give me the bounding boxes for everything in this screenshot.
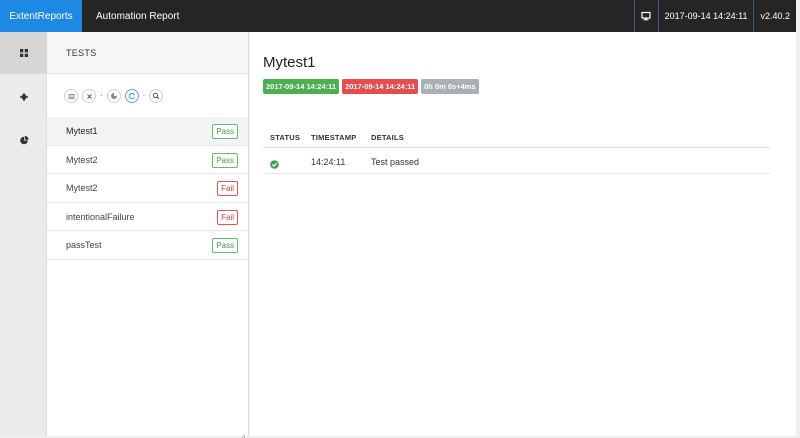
- report-title: Automation Report: [96, 10, 180, 22]
- top-navbar: ExtentReports Automation Report 2017-09-…: [0, 0, 796, 32]
- list-item[interactable]: intentionalFailure Fail: [47, 203, 248, 231]
- gear-icon: [19, 88, 28, 106]
- monitor-icon[interactable]: [633, 0, 658, 32]
- window-edge: [796, 0, 800, 438]
- nav-item-tests[interactable]: [0, 32, 47, 74]
- test-detail-panel: Mytest1 2017-09-14 14:24:11 2017-09-14 1…: [250, 32, 796, 436]
- test-list-panel: TESTS · · Mytest1 Pass Mytest2 Pass Myte…: [47, 32, 249, 438]
- navbar-right: 2017-09-14 14:24:11 v2.40.2: [633, 0, 796, 32]
- status-badge: Fail: [217, 181, 238, 196]
- filter-skip-icon[interactable]: [106, 89, 121, 103]
- end-time-label: 2017-09-14 14:24:11: [342, 79, 419, 94]
- side-navigation: [0, 32, 47, 436]
- report-timestamp: 2017-09-14 14:24:11: [657, 0, 754, 32]
- pie-chart-icon: [19, 132, 29, 150]
- list-item[interactable]: Mytest1 Pass: [47, 117, 248, 146]
- status-badge: Pass: [212, 152, 238, 168]
- list-item[interactable]: Mytest2 Fail: [47, 174, 248, 203]
- filter-refresh-icon[interactable]: [124, 89, 139, 103]
- filter-search-icon[interactable]: [149, 89, 164, 103]
- test-name: intentionalFailure: [66, 211, 135, 222]
- nav-item-dashboard[interactable]: [0, 120, 47, 162]
- panel-header: TESTS: [47, 32, 248, 74]
- pass-check-icon: [270, 156, 279, 169]
- test-time-labels: 2017-09-14 14:24:11 2017-09-14 14:24:11 …: [263, 79, 479, 94]
- column-header-status: STATUS: [270, 133, 301, 142]
- list-item[interactable]: Mytest2 Pass: [47, 146, 248, 174]
- list-item[interactable]: passTest Pass: [47, 231, 248, 260]
- test-name: Mytest1: [66, 126, 98, 136]
- resize-handle-icon[interactable]: [239, 427, 246, 438]
- status-badge: Fail: [217, 209, 238, 225]
- status-filters: · ·: [64, 89, 164, 103]
- log-details: Test passed: [371, 157, 420, 167]
- filter-separator: ·: [142, 91, 146, 100]
- test-name: Mytest2: [66, 183, 98, 193]
- status-badge: Pass: [212, 124, 238, 139]
- start-time-label: 2017-09-14 14:24:11: [263, 79, 340, 94]
- dashboard-grid-icon: [19, 44, 28, 62]
- log-timestamp: 14:24:11: [311, 157, 346, 167]
- test-list: Mytest1 Pass Mytest2 Pass Mytest2 Fail i…: [47, 117, 248, 260]
- filter-separator: ·: [100, 91, 103, 100]
- duration-label: 0h 0m 0s+4ms: [421, 79, 479, 94]
- panel-title: TESTS: [66, 48, 97, 58]
- version-label: v2.40.2: [753, 0, 796, 32]
- nav-item-categories[interactable]: [0, 76, 47, 118]
- filter-fail-icon[interactable]: [82, 89, 96, 103]
- test-name: Mytest2: [66, 154, 98, 165]
- brand-logo[interactable]: ExtentReports: [0, 0, 82, 32]
- table-row: 14:24:11 Test passed: [263, 148, 770, 174]
- log-table: STATUS TIMESTAMP DETAILS 14:24:11 Test p…: [263, 126, 770, 174]
- test-name: passTest: [66, 240, 102, 250]
- column-header-timestamp: TIMESTAMP: [311, 133, 357, 142]
- column-header-details: DETAILS: [371, 133, 404, 142]
- filter-all-icon[interactable]: [64, 89, 78, 103]
- status-badge: Pass: [212, 238, 238, 253]
- test-title: Mytest1: [263, 54, 316, 71]
- table-header: STATUS TIMESTAMP DETAILS: [263, 126, 770, 148]
